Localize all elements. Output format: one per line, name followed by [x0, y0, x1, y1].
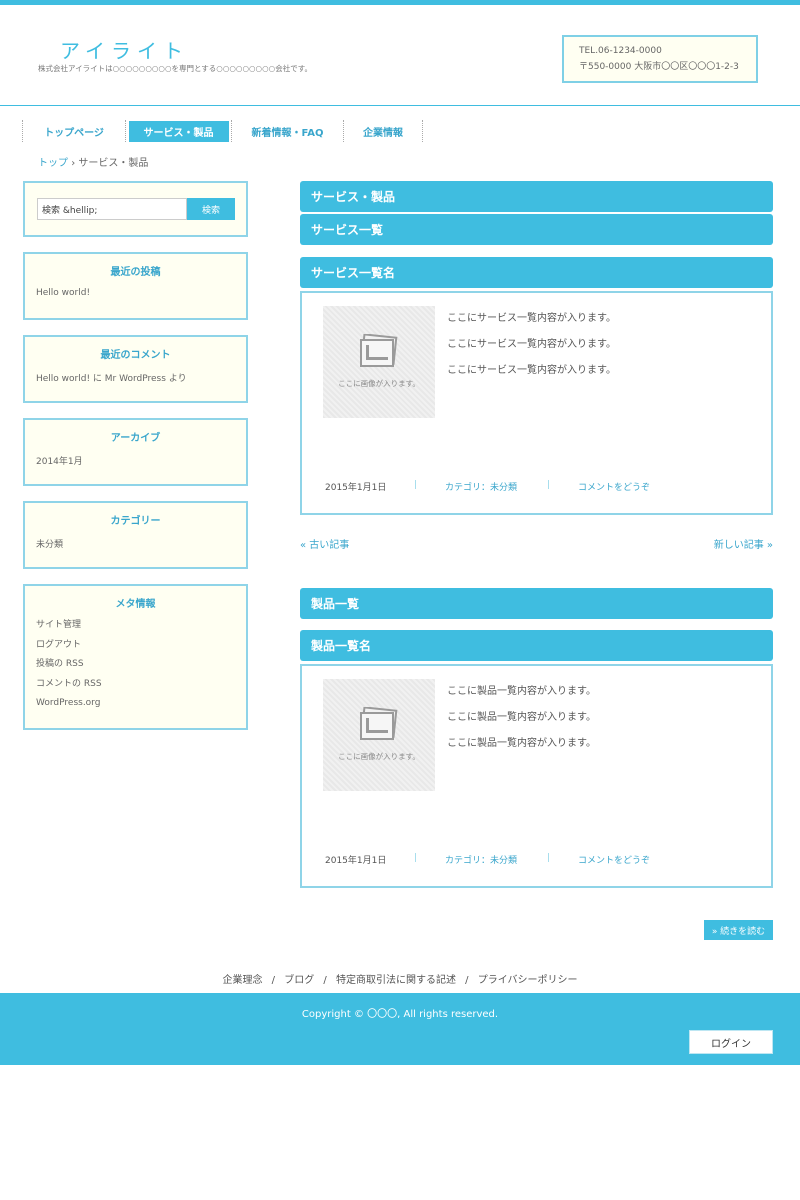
- services-card: ここに画像が入ります。 ここにサービス一覧内容が入ります。 ここにサービス一覧内…: [300, 291, 773, 515]
- categories-title: カテゴリー: [110, 516, 161, 527]
- breadcrumb-current: サービス・製品: [78, 158, 149, 169]
- content-line: ここにサービス一覧内容が入ります。: [447, 313, 616, 324]
- post-date: 2015年1月1日: [325, 483, 387, 493]
- footer-links: 企業理念 / ブログ / 特定商取引法に関する記述 / プライバシーポリシー: [0, 971, 800, 986]
- meta-link-comments-rss[interactable]: コメントの RSS: [25, 675, 246, 695]
- recent-post-link[interactable]: Hello world!: [25, 288, 246, 298]
- content-line: ここに製品一覧内容が入ります。: [447, 686, 596, 697]
- image-placeholder-icon: [360, 334, 398, 367]
- products-thumbnail: ここに画像が入ります。: [323, 679, 435, 791]
- meta-separator: |: [547, 480, 551, 490]
- footer-link-commerce-law[interactable]: 特定商取引法に関する記述: [336, 975, 456, 986]
- footer-link-separator: /: [465, 975, 469, 986]
- services-item-heading[interactable]: サービス一覧名: [300, 257, 773, 288]
- thumbnail-caption: ここに画像が入ります。: [338, 379, 420, 388]
- recent-posts-widget: 最近の投稿 Hello world!: [23, 252, 248, 320]
- meta-link-logout[interactable]: ログアウト: [25, 636, 246, 656]
- newer-posts-link[interactable]: 新しい記事 »: [680, 536, 773, 551]
- copyright: Copyright © 〇〇〇, All rights reserved.: [301, 1009, 499, 1020]
- content-line: ここに製品一覧内容が入ります。: [447, 738, 596, 749]
- breadcrumb-separator: ›: [71, 158, 76, 169]
- global-nav: トップページ サービス・製品 新着情報・FAQ 企業情報: [22, 120, 782, 142]
- site-logo[interactable]: アイライト: [60, 35, 189, 64]
- nav-item-services[interactable]: サービス・製品: [125, 120, 231, 142]
- meta-link-wordpress[interactable]: WordPress.org: [25, 694, 246, 714]
- meta-title: メタ情報: [115, 599, 156, 610]
- services-thumbnail: ここに画像が入ります。: [323, 306, 435, 418]
- contact-tel: TEL.06-1234-0000: [579, 46, 662, 56]
- site-tagline: 株式会社アイライトは○○○○○○○○○を専門とする○○○○○○○○○会社です。: [38, 64, 312, 73]
- contact-box: TEL.06-1234-0000 〒550-0000 大阪市〇〇区〇〇〇1-2-…: [562, 35, 758, 83]
- site-header: アイライト 株式会社アイライトは○○○○○○○○○を専門とする○○○○○○○○○…: [0, 5, 800, 106]
- contact-address: 〒550-0000 大阪市〇〇区〇〇〇1-2-3: [579, 62, 739, 72]
- footer-link-philosophy[interactable]: 企業理念: [222, 975, 262, 986]
- post-date: 2015年1月1日: [325, 856, 387, 866]
- comment-link[interactable]: コメントをどうぞ: [578, 853, 650, 866]
- services-meta: 2015年1月1日 | カテゴリ：未分類 | コメントをどうぞ: [325, 480, 755, 494]
- read-more-button[interactable]: » 続きを読む: [704, 920, 773, 940]
- meta-link-admin[interactable]: サイト管理: [25, 616, 246, 636]
- products-card: ここに画像が入ります。 ここに製品一覧内容が入ります。 ここに製品一覧内容が入り…: [300, 664, 773, 888]
- recent-comments-widget: 最近のコメント Hello world! に Mr WordPress より: [23, 335, 248, 403]
- content-line: ここにサービス一覧内容が入ります。: [447, 365, 616, 376]
- content-line: ここにサービス一覧内容が入ります。: [447, 339, 616, 350]
- nav-item-company[interactable]: 企業情報: [343, 120, 423, 142]
- products-content: ここに製品一覧内容が入ります。 ここに製品一覧内容が入ります。 ここに製品一覧内…: [447, 682, 596, 760]
- recent-posts-title: 最近の投稿: [110, 267, 161, 278]
- recent-comments-title: 最近のコメント: [100, 350, 171, 361]
- search-button[interactable]: 検索: [187, 198, 235, 220]
- archive-title: アーカイブ: [110, 433, 161, 444]
- recent-comment-link[interactable]: Hello world! に Mr WordPress より: [25, 371, 246, 384]
- products-heading: 製品一覧: [300, 588, 773, 619]
- page-title: サービス・製品: [300, 181, 773, 212]
- image-placeholder-icon: [360, 707, 398, 740]
- meta-separator: |: [414, 480, 418, 490]
- services-content: ここにサービス一覧内容が入ります。 ここにサービス一覧内容が入ります。 ここにサ…: [447, 309, 616, 387]
- footer-link-privacy[interactable]: プライバシーポリシー: [478, 975, 578, 986]
- breadcrumb-home[interactable]: トップ: [38, 158, 68, 169]
- footer-link-blog[interactable]: ブログ: [284, 975, 314, 986]
- content-line: ここに製品一覧内容が入ります。: [447, 712, 596, 723]
- categories-widget: カテゴリー 未分類: [23, 501, 248, 569]
- archive-link[interactable]: 2014年1月: [25, 454, 246, 467]
- site-footer: Copyright © 〇〇〇, All rights reserved. ログ…: [0, 993, 800, 1065]
- meta-link-posts-rss[interactable]: 投稿の RSS: [25, 655, 246, 675]
- services-heading: サービス一覧: [300, 214, 773, 245]
- category-link[interactable]: 未分類: [25, 537, 246, 550]
- comment-link[interactable]: コメントをどうぞ: [578, 480, 650, 493]
- meta-separator: |: [414, 853, 418, 863]
- nav-item-top[interactable]: トップページ: [22, 120, 125, 142]
- footer-link-separator: /: [271, 975, 276, 986]
- search-widget: 検索: [23, 181, 248, 237]
- archive-widget: アーカイブ 2014年1月: [23, 418, 248, 486]
- meta-separator: |: [547, 853, 551, 863]
- nav-item-news-faq[interactable]: 新着情報・FAQ: [231, 120, 343, 142]
- category-link[interactable]: カテゴリ：未分類: [445, 853, 517, 866]
- thumbnail-caption: ここに画像が入ります。: [338, 752, 420, 761]
- search-input[interactable]: [37, 198, 187, 220]
- login-button[interactable]: ログイン: [689, 1030, 773, 1054]
- products-item-heading[interactable]: 製品一覧名: [300, 630, 773, 661]
- category-link[interactable]: カテゴリ：未分類: [445, 480, 517, 493]
- breadcrumb: トップ › サービス・製品: [38, 154, 148, 169]
- products-meta: 2015年1月1日 | カテゴリ：未分類 | コメントをどうぞ: [325, 853, 755, 867]
- meta-widget: メタ情報 サイト管理 ログアウト 投稿の RSS コメントの RSS WordP…: [23, 584, 248, 730]
- footer-link-separator: /: [323, 975, 327, 986]
- older-posts-link[interactable]: « 古い記事: [300, 536, 349, 551]
